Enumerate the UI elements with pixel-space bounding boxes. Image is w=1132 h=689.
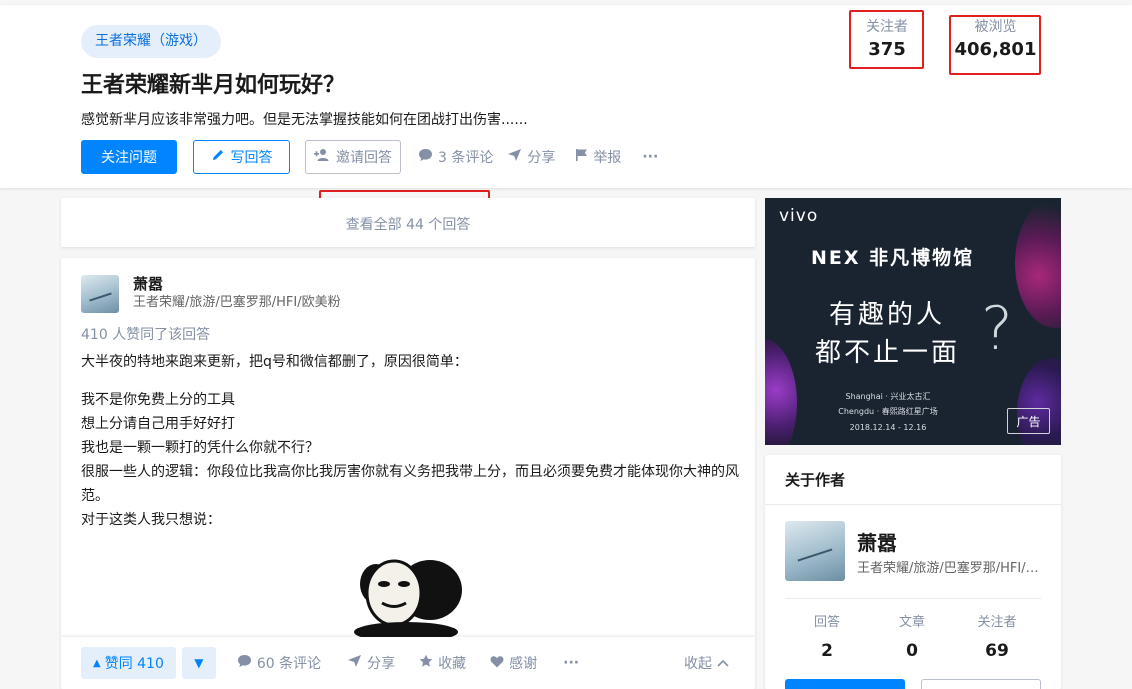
answer-line-4: 我也是一颗一颗打的凭什么你就不行？ [81,440,319,456]
topic-tag[interactable]: 王者荣耀（游戏） [81,25,221,58]
thanks-label: 感谢 [509,656,538,672]
report-button[interactable]: 举报 [575,147,621,167]
star-icon [419,654,433,672]
author-answers-stat[interactable]: 回答 2 [787,614,867,666]
answer-line-3: 想上分请自己用手好好打 [81,416,235,432]
question-comments-label: 3 条评论 [438,150,494,166]
answer-share-label: 分享 [367,656,396,672]
pencil-icon [211,148,225,166]
collect-label: 收藏 [438,656,467,672]
about-author-avatar[interactable] [785,521,845,581]
views-stat-value: 406,801 [954,39,1037,60]
question-header: 王者荣耀（游戏） 王者荣耀新芈月如何玩好？ 感觉新芈月应该非常强力吧。但是无法掌… [0,5,1132,188]
answer-more-button[interactable]: ··· [563,655,579,671]
panda-meme-image [354,559,462,640]
question-comments-button[interactable]: 3 条评论 [418,147,493,167]
author-answers-value: 2 [821,641,833,661]
upvote-button[interactable]: ▲ 赞同 410 [81,647,176,679]
collapse-label: 收起 [684,656,712,672]
followers-stat-label: 关注者 [866,19,908,35]
ad-decor-shape [1015,198,1061,328]
chevron-up-icon [717,655,729,671]
ad-venue-chengdu: Chengdu · 春熙路红星广场 [838,407,938,416]
answer-line-5: 很服一些人的逻辑：你段位比我高你比我厉害你就有义务把我带上分，而且必须要免费才能… [81,464,739,504]
question-share-label: 分享 [527,150,556,166]
views-stat-label: 被浏览 [974,19,1017,35]
answer-line-2: 我不是你免费上分的工具 [81,392,235,408]
answer-comments-button[interactable]: 60 条评论 [237,653,321,673]
answer-comments-label: 60 条评论 [256,656,322,672]
triangle-down-icon: ▼ [194,656,204,670]
comment-icon [418,148,433,166]
author-articles-value: 0 [906,641,918,661]
share-icon [507,148,522,166]
view-all-answers-button[interactable]: 查看全部 44 个回答 [61,198,755,247]
followers-stat-value: 375 [868,39,906,60]
answer-line-1: 大半夜的特地来跑来更新，把q号和微信都删了，原因很简单： [81,354,468,370]
about-author-card: 关于作者 萧嚣 王者荣耀/旅游/巴塞罗那/HFI/欧美粉 回答 2 文章 0 关… [765,455,1061,689]
flag-icon [575,148,588,166]
question-actions: 关注问题 写回答 邀请回答 3 条评论 分享 举报 ··· [81,139,658,175]
author-articles-label: 文章 [898,615,925,630]
advertisement-banner[interactable]: vivo NEX 非凡博物馆 有趣的人 都不止一面 ? Shanghai · 兴… [765,198,1061,445]
message-author-button[interactable] [921,679,1041,689]
author-bio: 王者荣耀/旅游/巴塞罗那/HFI/欧美粉 [133,295,341,310]
author-answers-label: 回答 [813,615,840,630]
ad-slogan-line2: 都不止一面 [815,338,961,368]
invite-answer-button[interactable]: 邀请回答 [305,140,401,174]
more-options-button[interactable]: ··· [642,149,658,165]
question-detail[interactable]: 感觉新芈月应该非常强力吧。但是无法掌握技能如何在团战打出伤害...... [81,109,528,131]
ad-venue-shanghai: Shanghai · 兴业太古汇 [845,392,931,401]
follow-question-button[interactable]: 关注问题 [81,140,177,174]
share-icon [347,654,362,672]
about-author-heading: 关于作者 [765,455,1061,505]
ad-question-mark: ? [981,294,1013,364]
answer-share-button[interactable]: 分享 [347,653,395,673]
collapse-button[interactable]: 收起 [684,653,729,673]
author-followers-stat[interactable]: 关注者 69 [957,614,1037,666]
report-label: 举报 [593,150,622,166]
answer-card: 萧嚣 王者荣耀/旅游/巴塞罗那/HFI/欧美粉 410 人赞同了该回答 大半夜的… [61,258,755,689]
about-author-name[interactable]: 萧嚣 [857,527,897,556]
author-articles-stat[interactable]: 文章 0 [872,614,952,666]
invite-answer-label: 邀请回答 [336,150,392,166]
heart-icon [490,655,504,672]
views-stat: 被浏览 406,801 [951,11,1040,69]
answer-line-6: 对于这类人我只想说： [81,512,221,528]
question-title: 王者荣耀新芈月如何玩好？ [81,73,346,98]
ad-slogan-line1: 有趣的人 [829,300,946,330]
author-followers-value: 69 [985,641,1009,661]
author-followers-label: 关注者 [977,615,1017,630]
ad-product-title: NEX 非凡博物馆 [811,247,975,269]
answer-content: 大半夜的特地来跑来更新，把q号和微信都删了，原因很简单： 我不是你免费上分的工具… [81,350,741,532]
about-author-bio: 王者荣耀/旅游/巴塞罗那/HFI/欧美粉 [857,561,1047,576]
write-answer-button[interactable]: 写回答 [193,140,290,174]
followers-stat: 关注者 375 [850,11,924,69]
comment-icon [237,654,252,672]
collect-button[interactable]: 收藏 [419,653,466,673]
ad-label-badge: 广告 [1007,408,1050,434]
follow-author-button[interactable] [785,679,905,689]
about-divider [785,598,1041,599]
downvote-button[interactable]: ▼ [181,647,216,679]
author-name[interactable]: 萧嚣 [133,274,163,294]
upvote-label: 赞同 410 [104,656,164,672]
ad-dates: 2018.12.14 - 12.16 [849,423,927,432]
question-share-button[interactable]: 分享 [507,147,555,167]
add-user-icon [314,148,330,166]
answer-actions-bar: ▲ 赞同 410 ▼ 60 条评论 分享 收藏 感谢 ··· 收起 [61,637,755,689]
ad-brand-logo: vivo [779,206,819,226]
triangle-up-icon: ▲ [93,657,101,669]
vote-count-info: 410 人赞同了该回答 [81,327,211,343]
thanks-button[interactable]: 感谢 [490,653,537,673]
author-avatar[interactable] [81,275,119,313]
write-answer-label: 写回答 [230,150,273,166]
